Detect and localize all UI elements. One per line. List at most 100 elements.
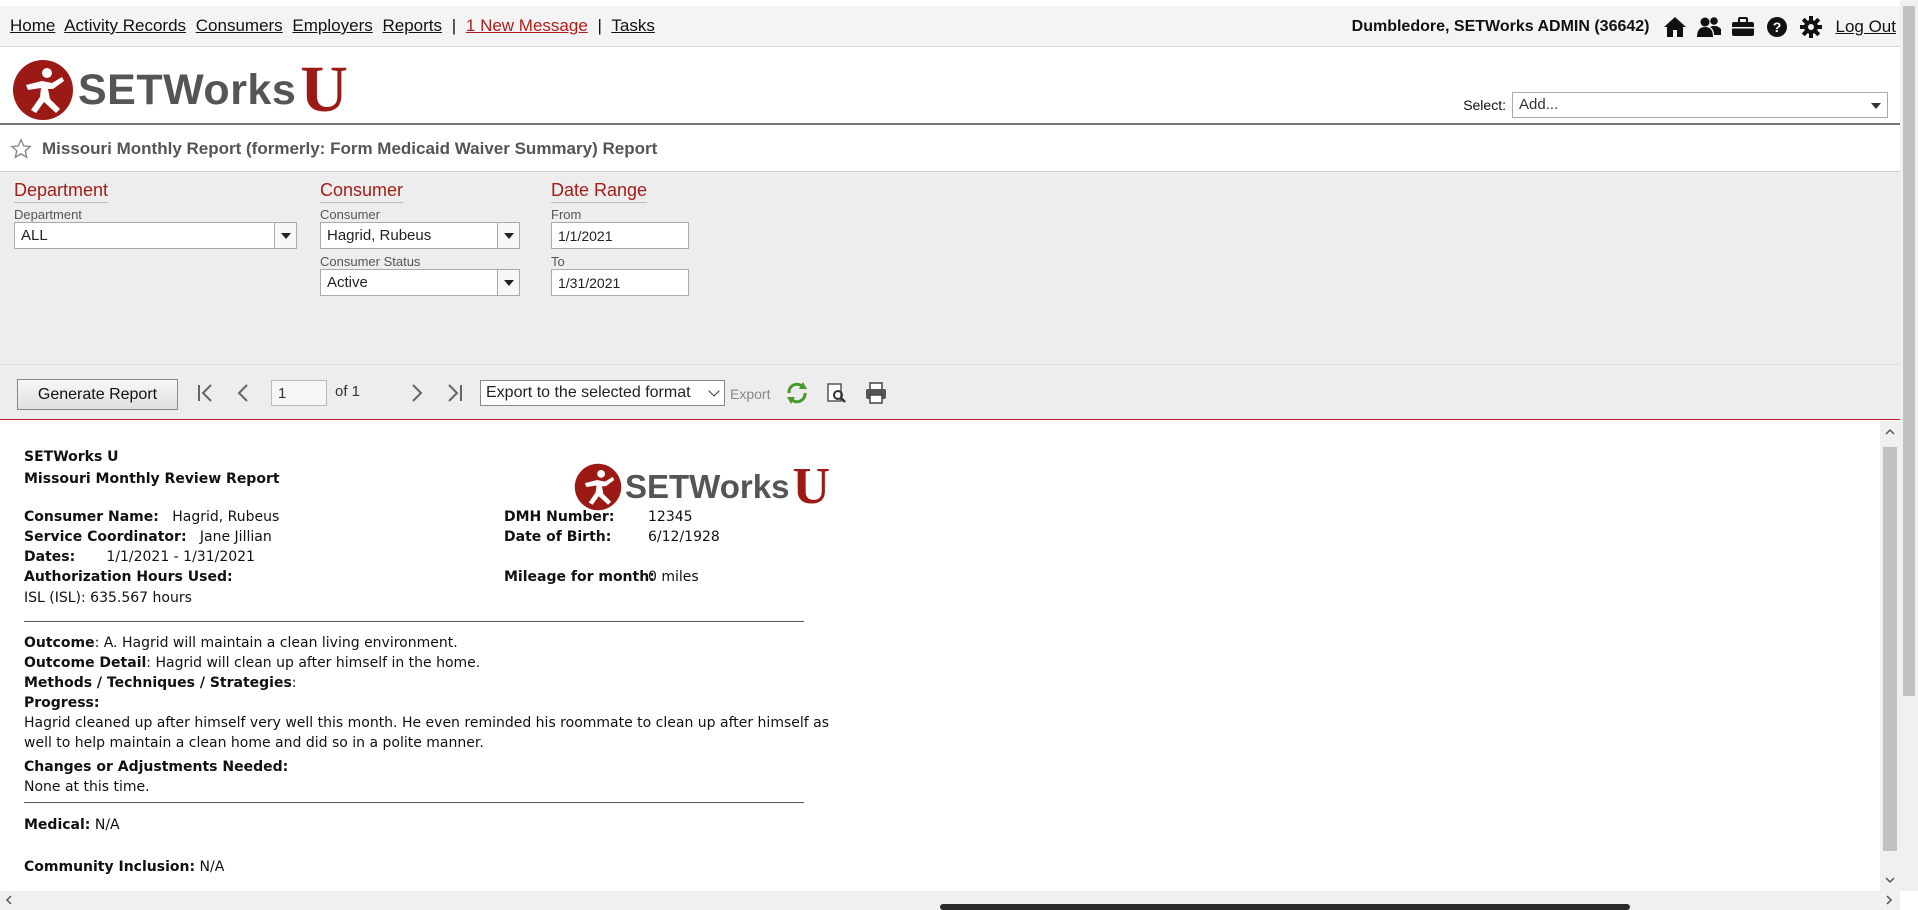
outcome-label: Outcome: [24, 635, 95, 651]
scroll-right-arrow-icon[interactable]: [1884, 895, 1894, 905]
outcome-detail-label: Outcome Detail: [24, 655, 147, 671]
nav-employers-link[interactable]: Employers: [292, 16, 372, 35]
user-name: Dumbledore, SETWorks ADMIN (36642): [1351, 18, 1650, 35]
to-label: To: [551, 254, 565, 269]
coordinator-label: Service Coordinator:: [24, 529, 187, 545]
help-icon[interactable]: ?: [1764, 14, 1790, 40]
progress-text-line-2: well to help maintain a clean home and d…: [24, 735, 484, 751]
chevron-down-icon: [708, 385, 720, 397]
favorite-star-icon[interactable]: [10, 138, 32, 160]
last-page-icon[interactable]: [443, 382, 465, 404]
medical-value: N/A: [94, 817, 120, 833]
horizontal-scroll-thumb[interactable]: [940, 904, 1630, 910]
generate-report-button[interactable]: Generate Report: [17, 379, 178, 410]
page-scroll-thumb[interactable]: [1903, 6, 1915, 696]
report-toolbar: Generate Report 1 of 1 Export to the sel…: [0, 364, 1918, 420]
section-divider: [24, 621, 804, 622]
user-area: Dumbledore, SETWorks ADMIN (36642) ? Log…: [1352, 14, 1896, 40]
scroll-left-arrow-icon[interactable]: [4, 895, 14, 905]
nav-tasks-link[interactable]: Tasks: [611, 16, 654, 35]
dob-label: Date of Birth:: [504, 529, 612, 545]
export-format-select[interactable]: Export to the selected format: [480, 380, 725, 406]
consumer-status-label: Consumer Status: [320, 254, 421, 269]
to-date-input[interactable]: 1/31/2021: [551, 269, 689, 296]
nav-activity-records-link[interactable]: Activity Records: [64, 16, 186, 35]
nav-separator: |: [451, 16, 457, 35]
scroll-up-arrow-icon[interactable]: [1885, 427, 1895, 437]
auth-hours-label: Authorization Hours Used:: [24, 569, 233, 585]
print-icon[interactable]: [864, 381, 888, 405]
changes-label: Changes or Adjustments Needed:: [24, 759, 289, 775]
refresh-icon[interactable]: [785, 381, 809, 405]
auth-hours-value: ISL (ISL): 635.567 hours: [24, 590, 192, 606]
consumer-status-combo[interactable]: Active: [320, 269, 520, 296]
date-range-filter-group: Date Range From 1/1/2021 To 1/31/2021: [551, 180, 689, 296]
report-viewer: SETWorks U Missouri Monthly Review Repor…: [0, 421, 1880, 891]
horizontal-scrollbar[interactable]: [0, 891, 1900, 910]
date-range-section-title: Date Range: [551, 180, 648, 203]
report-logo-wordmark: SETWorks: [625, 468, 790, 505]
filter-panel: Department Department ALL Consumer Consu…: [0, 172, 1918, 364]
progress-text-line-1: Hagrid cleaned up after himself very wel…: [24, 715, 830, 731]
chevron-down-icon[interactable]: [497, 223, 519, 248]
export-button[interactable]: Export: [730, 386, 770, 402]
chevron-down-icon: [1871, 103, 1881, 109]
dates-label: Dates:: [24, 549, 76, 565]
previous-page-icon[interactable]: [232, 382, 254, 404]
community-value: N/A: [199, 859, 225, 875]
briefcase-icon[interactable]: [1730, 14, 1756, 40]
first-page-icon[interactable]: [195, 382, 217, 404]
nav-consumers-link[interactable]: Consumers: [196, 16, 283, 35]
running-figure-icon: [574, 463, 622, 511]
logo-u: U: [300, 53, 348, 126]
report-org: SETWorks U: [24, 449, 119, 465]
logout-link[interactable]: Log Out: [1836, 17, 1897, 37]
add-select-value: Add...: [1519, 96, 1559, 113]
progress-label: Progress:: [24, 695, 100, 711]
coordinator-value: Jane Jillian: [199, 529, 272, 545]
new-message-link[interactable]: 1 New Message: [466, 16, 588, 35]
from-label: From: [551, 207, 582, 222]
mileage-value: 0 miles: [648, 569, 699, 585]
department-combo[interactable]: ALL: [14, 222, 297, 249]
consumer-status-value: Active: [327, 274, 368, 291]
next-page-icon[interactable]: [406, 382, 428, 404]
page-count: of 1: [335, 383, 361, 400]
mileage-label: Mileage for month:: [504, 569, 655, 585]
medical-label: Medical:: [24, 817, 91, 833]
dmh-label: DMH Number:: [504, 509, 615, 525]
report-scroll-thumb[interactable]: [1883, 447, 1897, 851]
page-vertical-scrollbar[interactable]: [1900, 0, 1918, 891]
print-preview-icon[interactable]: [824, 381, 848, 405]
svg-text:?: ?: [1772, 19, 1781, 35]
page-number-input[interactable]: 1: [271, 380, 327, 406]
nav-separator: |: [597, 16, 602, 35]
dob-value: 6/12/1928: [648, 529, 720, 545]
community-label: Community Inclusion:: [24, 859, 196, 875]
users-icon[interactable]: [1696, 14, 1722, 40]
page-title: Missouri Monthly Report (formerly: Form …: [42, 139, 658, 158]
consumer-combo[interactable]: Hagrid, Rubeus: [320, 222, 520, 249]
chevron-down-icon[interactable]: [274, 223, 296, 248]
add-select-dropdown[interactable]: Add...: [1512, 92, 1888, 118]
methods-value: :: [291, 675, 297, 691]
from-date-input[interactable]: 1/1/2021: [551, 222, 689, 249]
dates-value: 1/1/2021 - 1/31/2021: [106, 549, 255, 565]
consumer-filter-group: Consumer Consumer Hagrid, Rubeus Consume…: [320, 180, 520, 296]
select-label: Select:: [1463, 97, 1506, 113]
logo-wordmark: SETWorks: [78, 65, 297, 114]
top-nav: Home Activity Records Consumers Employer…: [0, 0, 1918, 47]
report-vertical-scrollbar[interactable]: [1880, 421, 1900, 891]
gear-icon[interactable]: [1798, 14, 1824, 40]
chevron-down-icon[interactable]: [497, 270, 519, 295]
department-section-title: Department: [14, 180, 109, 203]
home-icon[interactable]: [1662, 14, 1688, 40]
consumer-section-title: Consumer: [320, 180, 404, 203]
report-title-bar: Missouri Monthly Report (formerly: Form …: [0, 127, 1918, 172]
nav-home-link[interactable]: Home: [10, 16, 55, 35]
scroll-down-arrow-icon[interactable]: [1885, 875, 1895, 885]
section-divider: [24, 802, 804, 803]
department-filter-group: Department Department ALL: [14, 180, 297, 249]
setworks-logo[interactable]: SETWorks U: [12, 53, 348, 126]
nav-reports-link[interactable]: Reports: [382, 16, 442, 35]
